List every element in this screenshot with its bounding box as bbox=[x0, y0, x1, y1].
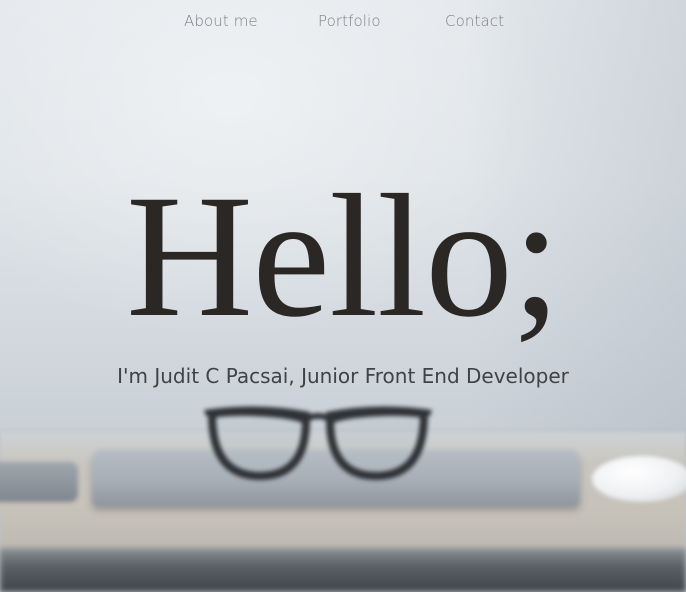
hero-subtitle: I'm Judit C Pacsai, Junior Front End Dev… bbox=[117, 364, 569, 388]
hero-section: About me Portfolio Contact Hello; I'm Ju… bbox=[0, 0, 686, 592]
phone-shape bbox=[0, 462, 78, 502]
main-navigation: About me Portfolio Contact bbox=[0, 10, 686, 34]
nav-link-contact[interactable]: Contact bbox=[445, 10, 504, 32]
desk-edge bbox=[0, 548, 686, 592]
mouse-shape bbox=[592, 456, 686, 502]
glasses-shape bbox=[204, 406, 432, 481]
nav-link-portfolio[interactable]: Portfolio bbox=[318, 10, 381, 32]
nav-link-about-me[interactable]: About me bbox=[184, 10, 258, 32]
hero-headline: Hello; bbox=[126, 159, 561, 354]
